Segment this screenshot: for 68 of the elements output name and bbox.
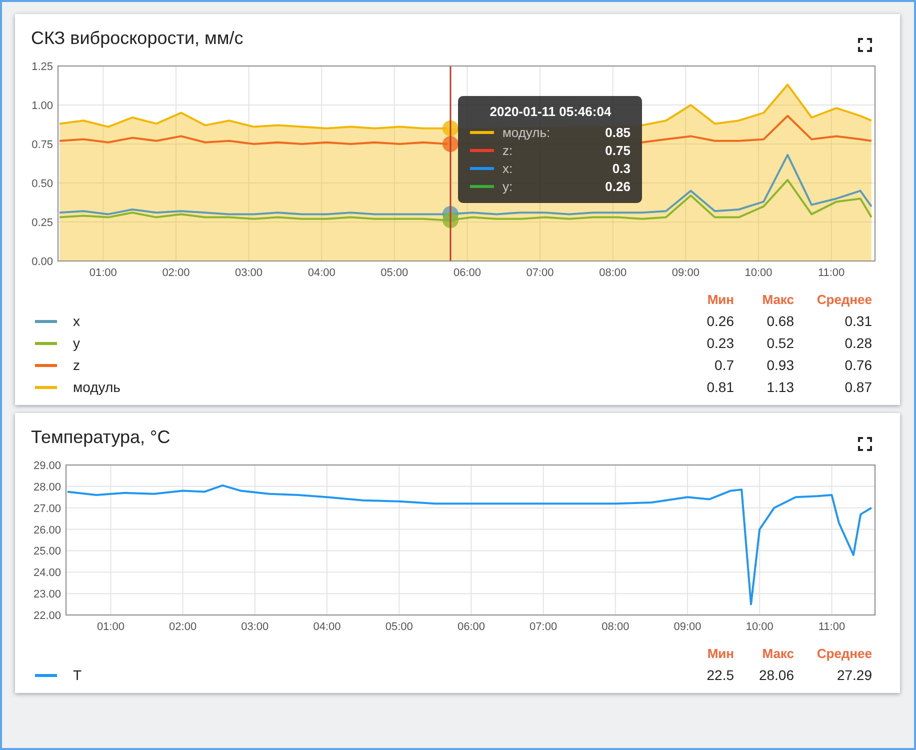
axis-label: 1.25 bbox=[32, 61, 53, 73]
axis-label: 03:00 bbox=[241, 621, 269, 633]
axis-label: 02:00 bbox=[162, 267, 190, 279]
axis-label: 24.00 bbox=[33, 567, 61, 580]
legend-value: 0.7 bbox=[714, 357, 734, 373]
axis-label: 1.00 bbox=[32, 100, 53, 112]
axis-label: 02:00 bbox=[169, 621, 197, 633]
axis-label: 09:00 bbox=[672, 267, 700, 279]
axis-label: 29.00 bbox=[33, 460, 61, 472]
panel-title: СКЗ виброскорости, мм/с bbox=[31, 28, 244, 49]
axis-label: 10:00 bbox=[744, 267, 772, 279]
series-value: 0.75 bbox=[605, 142, 630, 158]
legend-value: 0.28 bbox=[844, 335, 872, 351]
series-name: модуль: bbox=[502, 124, 552, 140]
legend-value: 0.26 bbox=[706, 313, 734, 329]
axis-label: 11:00 bbox=[818, 267, 845, 279]
axis-label: 08:00 bbox=[599, 267, 627, 279]
axis-label: 11:00 bbox=[818, 621, 846, 633]
axis-label: 08:00 bbox=[602, 621, 630, 633]
legend-value: 27.29 bbox=[836, 667, 872, 683]
series-name: z: bbox=[502, 142, 514, 158]
axis-label: 27.00 bbox=[33, 502, 61, 515]
tooltip-time: 2020-01-11 05:46:04 bbox=[488, 104, 612, 119]
axis-label: 05:00 bbox=[385, 621, 413, 633]
axis-label: 04:00 bbox=[308, 267, 336, 279]
column-header: Макс bbox=[761, 646, 794, 661]
legend-value: 0.52 bbox=[766, 335, 794, 351]
legend-value: 0.76 bbox=[844, 357, 872, 373]
series-value: 0.3 bbox=[612, 160, 630, 176]
axis-label: 05:00 bbox=[380, 267, 408, 279]
axis-label: 0.75 bbox=[32, 139, 53, 151]
axis-label: 04:00 bbox=[313, 621, 341, 633]
legend-value: 1.13 bbox=[766, 379, 794, 395]
legend-value: 0.87 bbox=[844, 379, 872, 395]
axis-label: 0.50 bbox=[32, 178, 53, 190]
column-header: Среднее bbox=[816, 646, 872, 661]
axis-label: 23.00 bbox=[33, 588, 61, 601]
column-header: Среднее bbox=[816, 292, 872, 307]
axis-label: 06:00 bbox=[457, 621, 485, 633]
axis-label: 06:00 bbox=[453, 267, 481, 279]
axis-label: 09:00 bbox=[674, 621, 702, 633]
column-header: Мин bbox=[706, 646, 734, 661]
legend-value: 0.23 bbox=[706, 335, 734, 351]
axis-label: 0.25 bbox=[32, 217, 53, 229]
legend-value: 22.5 bbox=[706, 667, 734, 683]
axis-label: 22.00 bbox=[33, 610, 61, 622]
panel-title: Температура, °C bbox=[31, 427, 170, 448]
axis-label: 26.00 bbox=[33, 524, 61, 536]
axis-label: 10:00 bbox=[746, 621, 774, 633]
axis-label: 07:00 bbox=[530, 621, 558, 633]
series-name: y: bbox=[502, 178, 514, 194]
axis-label: 01:00 bbox=[89, 267, 117, 279]
series-name: x: bbox=[502, 160, 514, 176]
legend-value: 0.31 bbox=[844, 313, 872, 329]
axis-label: 07:00 bbox=[526, 267, 554, 279]
axis-label: 28.00 bbox=[33, 481, 61, 494]
column-header: Мин bbox=[706, 292, 734, 307]
legend-value: 28.06 bbox=[758, 667, 794, 683]
series-value: 0.85 bbox=[605, 124, 630, 140]
axis-label: 03:00 bbox=[235, 267, 263, 279]
legend-value: 0.93 bbox=[766, 357, 794, 373]
axis-label: 0.00 bbox=[32, 256, 53, 268]
legend-value: 0.68 bbox=[766, 313, 794, 329]
legend-value: 0.81 bbox=[706, 379, 734, 395]
axis-label: 25.00 bbox=[33, 546, 61, 558]
axis-label: 01:00 bbox=[96, 621, 124, 633]
series-value: 0.26 bbox=[605, 178, 630, 194]
column-header: Макс bbox=[761, 292, 794, 307]
